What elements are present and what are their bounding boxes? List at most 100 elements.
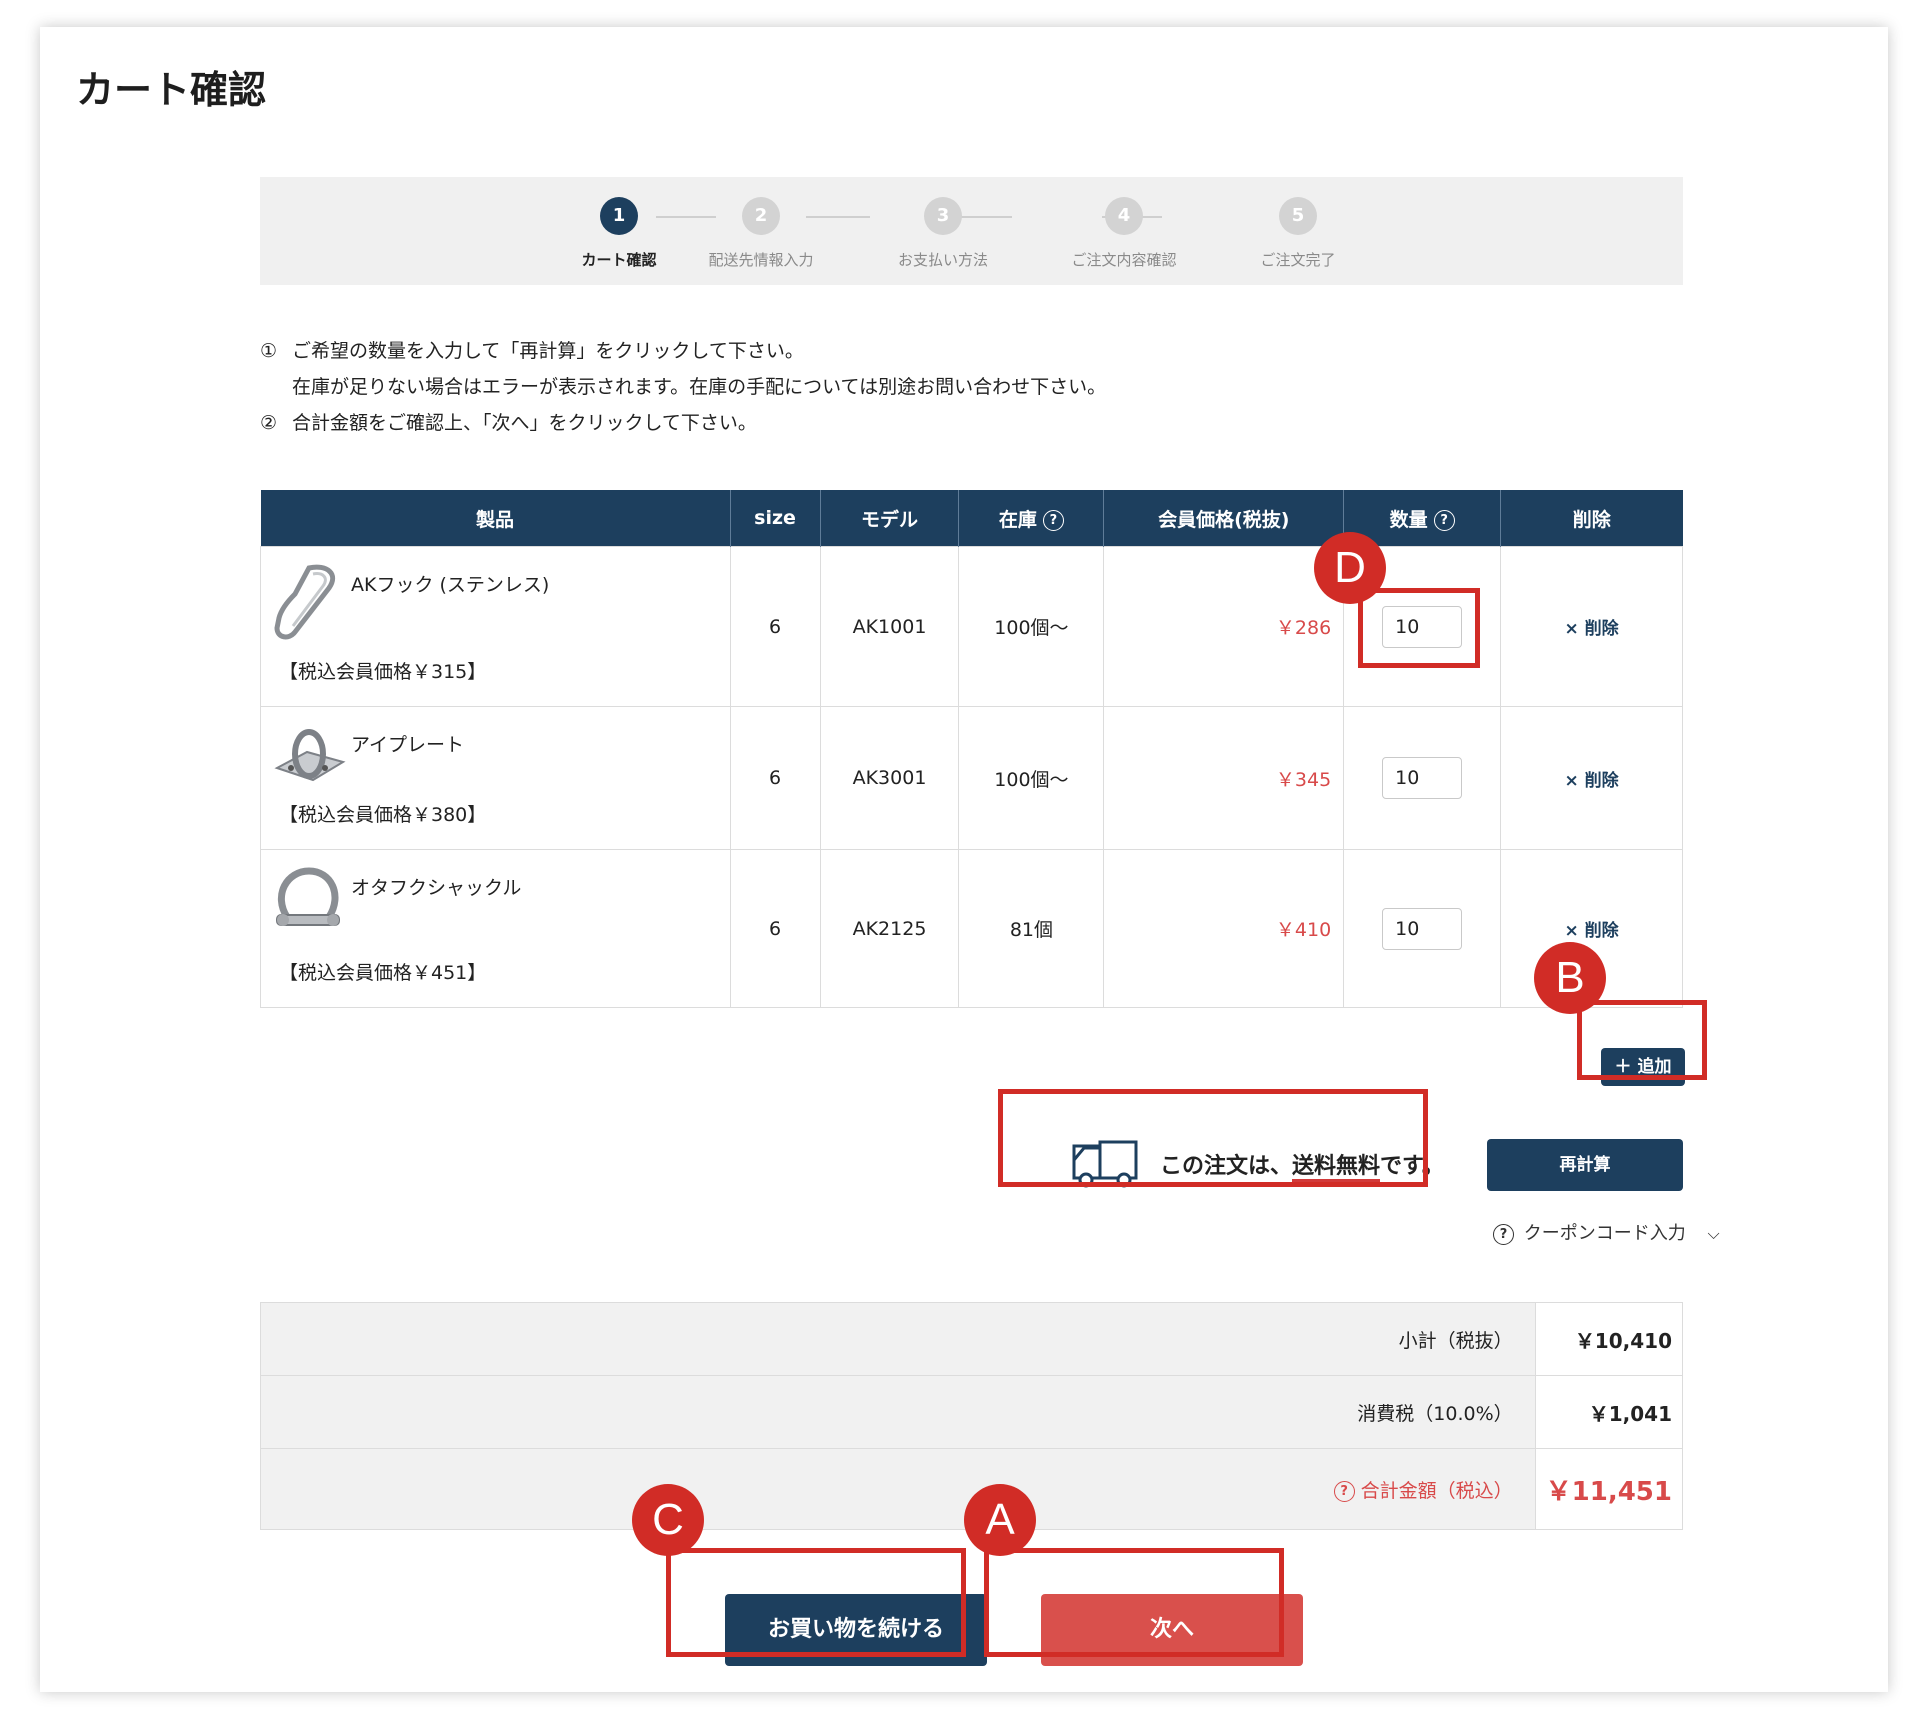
step-cart: 1 カート確認 <box>539 197 699 270</box>
col-header-stock: 在庫? <box>958 490 1105 547</box>
step-confirm: 4 ご注文内容確認 <box>1044 197 1204 270</box>
step-number: 3 <box>924 197 962 235</box>
step-number: 4 <box>1105 197 1143 235</box>
table-row: オタフクシャックル 【税込会員価格￥451】 6 AK2125 81個 ￥410… <box>260 849 1683 1008</box>
delete-cell: × 削除 <box>1500 546 1683 707</box>
summary-row-subtotal: 小計（税抜） ￥10,410 <box>260 1302 1684 1376</box>
step-number: 5 <box>1279 197 1317 235</box>
eye-plate-image <box>274 728 346 781</box>
cart-page-card: カート確認 1 カート確認 2 配送先情報入力 3 お支払い方法 4 ご注文内容… <box>40 27 1888 1692</box>
quantity-input[interactable] <box>1382 907 1463 950</box>
page-title: カート確認 <box>76 68 267 112</box>
product-tax-price: 【税込会員価格￥451】 <box>279 961 487 984</box>
recalculate-button[interactable]: 再計算 <box>1487 1139 1683 1191</box>
table-header-row: 製品 size モデル 在庫? 会員価格(税抜) 数量? 削除 <box>260 490 1683 547</box>
summary-row-tax: 消費税（10.0%） ￥1,041 <box>260 1375 1684 1449</box>
stock-cell: 81個 <box>958 849 1105 1008</box>
product-name[interactable]: AKフック (ステンレス) <box>351 570 549 597</box>
product-cell: AKフック (ステンレス) 【税込会員価格￥315】 <box>260 546 731 707</box>
highlight-box-shipping <box>998 1089 1428 1187</box>
help-icon[interactable]: ? <box>1433 509 1455 531</box>
highlight-box-next <box>984 1548 1284 1657</box>
close-icon: × <box>1564 770 1579 791</box>
qty-cell <box>1343 706 1502 850</box>
col-header-size: size <box>730 490 821 547</box>
help-icon[interactable]: ? <box>1042 509 1064 531</box>
stock-cell: 100個〜 <box>958 546 1105 707</box>
instruction-text: ご希望の数量を入力して「再計算」をクリックして下さい。 <box>292 340 804 362</box>
product-name[interactable]: オタフクシャックル <box>351 873 521 900</box>
total-label: 合計金額（税込） <box>1360 1479 1513 1502</box>
subtotal-value: ￥10,410 <box>1534 1302 1684 1376</box>
col-header-delete: 削除 <box>1500 490 1683 547</box>
model-cell: AK2125 <box>819 849 960 1008</box>
cart-table: 製品 size モデル 在庫? 会員価格(税抜) 数量? 削除 AKフック (ス <box>260 490 1683 1008</box>
step-payment: 3 お支払い方法 <box>863 197 1023 270</box>
carabiner-hook-image <box>274 564 336 639</box>
step-label: ご注文完了 <box>1260 251 1336 269</box>
delete-button[interactable]: × 削除 <box>1564 771 1618 791</box>
price-cell: ￥410 <box>1103 849 1345 1008</box>
step-number: 1 <box>600 197 638 235</box>
annotation-badge-d: D <box>1314 532 1386 604</box>
checkout-steps: 1 カート確認 2 配送先情報入力 3 お支払い方法 4 ご注文内容確認 5 ご… <box>260 177 1683 285</box>
chevron-down-icon: ⌵ <box>1707 1224 1720 1243</box>
model-cell: AK3001 <box>819 706 960 850</box>
instruction-number: ① <box>260 340 278 362</box>
step-label: カート確認 <box>581 251 657 269</box>
stock-cell: 100個〜 <box>958 706 1105 850</box>
delete-cell: × 削除 <box>1500 706 1683 850</box>
delete-button[interactable]: × 削除 <box>1564 619 1618 639</box>
step-shipping-info: 2 配送先情報入力 <box>681 197 841 270</box>
qty-cell <box>1343 849 1502 1008</box>
quantity-input[interactable] <box>1382 757 1463 799</box>
annotation-badge-c: C <box>632 1484 704 1556</box>
col-header-stock-label: 在庫 <box>998 508 1037 531</box>
help-icon: ? <box>1493 1223 1514 1245</box>
step-complete: 5 ご注文完了 <box>1218 197 1378 270</box>
step-label: 配送先情報入力 <box>708 251 814 269</box>
col-header-model: モデル <box>820 490 960 547</box>
tax-label: 消費税（10.0%） <box>260 1375 1536 1449</box>
col-header-price: 会員価格(税抜) <box>1103 490 1345 547</box>
help-icon[interactable]: ? <box>1333 1480 1355 1502</box>
product-cell: オタフクシャックル 【税込会員価格￥451】 <box>260 849 731 1008</box>
highlight-box-continue <box>666 1548 966 1657</box>
instruction-number: ② <box>260 412 278 434</box>
highlight-box-quantity <box>1358 588 1480 668</box>
model-cell: AK1001 <box>819 546 960 707</box>
instruction-text: 合計金額をご確認上、「次へ」をクリックして下さい。 <box>292 412 757 434</box>
price-cell: ￥345 <box>1103 706 1345 850</box>
product-tax-price: 【税込会員価格￥315】 <box>279 660 487 683</box>
total-value: ￥11,451 <box>1534 1448 1684 1530</box>
close-icon: × <box>1564 921 1579 941</box>
step-label: ご注文内容確認 <box>1071 251 1177 269</box>
tax-value: ￥1,041 <box>1534 1375 1684 1449</box>
subtotal-label: 小計（税抜） <box>260 1302 1536 1376</box>
delete-label: 削除 <box>1584 770 1619 791</box>
size-cell: 6 <box>729 546 821 707</box>
coupon-label: クーポンコード入力 <box>1523 1223 1686 1244</box>
col-header-product: 製品 <box>260 490 731 547</box>
product-name[interactable]: アイプレート <box>351 730 464 757</box>
step-label: お支払い方法 <box>897 251 988 269</box>
annotation-badge-b: B <box>1534 942 1606 1014</box>
instructions: ① ご希望の数量を入力して「再計算」をクリックして下さい。 在庫が足りない場合はエ… <box>260 333 1106 441</box>
shackle-image <box>276 866 340 926</box>
step-number: 2 <box>742 197 780 235</box>
annotation-badge-a: A <box>964 1484 1036 1556</box>
table-row: アイプレート 【税込会員価格￥380】 6 AK3001 100個〜 ￥345 … <box>260 706 1683 850</box>
highlight-box-add <box>1577 1000 1707 1080</box>
delete-label: 削除 <box>1584 619 1619 639</box>
product-cell: アイプレート 【税込会員価格￥380】 <box>260 706 731 850</box>
delete-label: 削除 <box>1584 921 1619 941</box>
price-cell: ￥286 <box>1103 546 1345 707</box>
total-label-cell: ? 合計金額（税込） <box>260 1448 1536 1530</box>
size-cell: 6 <box>729 706 821 850</box>
close-icon: × <box>1564 619 1579 639</box>
coupon-code-toggle[interactable]: ? クーポンコード入力 ⌵ <box>1493 1219 1720 1245</box>
col-header-qty-label: 数量 <box>1389 508 1428 531</box>
instruction-text: 在庫が足りない場合はエラーが表示されます。在庫の手配については別途お問い合わせ下… <box>292 376 1107 398</box>
product-tax-price: 【税込会員価格￥380】 <box>279 803 487 826</box>
delete-button[interactable]: × 削除 <box>1564 921 1618 941</box>
